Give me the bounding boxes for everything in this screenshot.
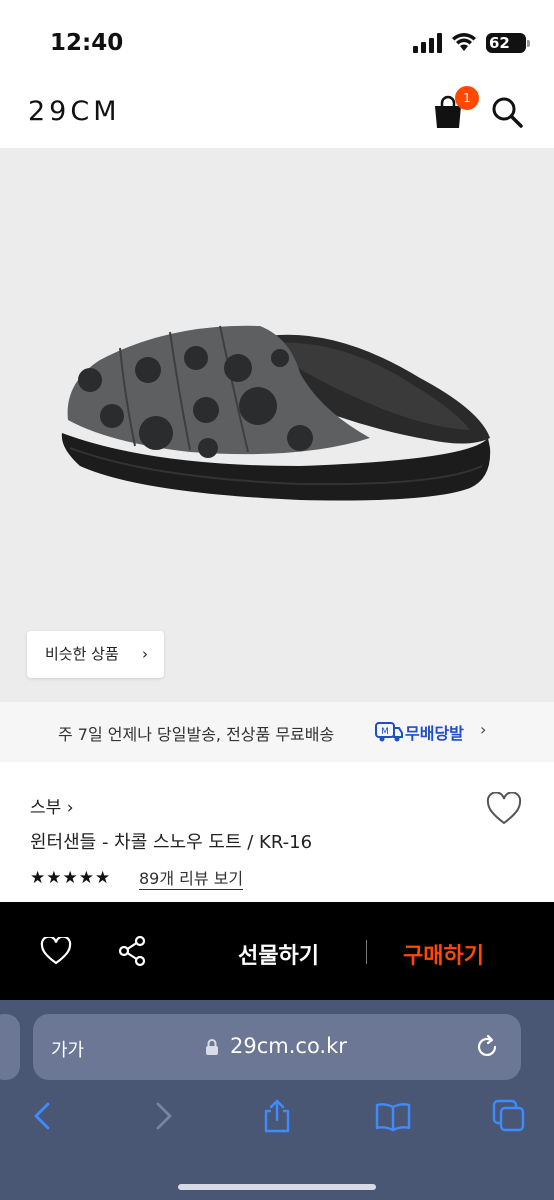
similar-products-button[interactable]: 비슷한 상품 › <box>27 631 164 678</box>
delivery-text: 주 7일 언제나 당일발송, 전상품 무료배송 <box>58 725 335 744</box>
url-text: 29cm.co.kr <box>230 1034 347 1058</box>
like-heart-icon[interactable] <box>40 937 72 965</box>
gift-button[interactable]: 선물하기 <box>238 938 319 970</box>
status-bar: 12:40 62 <box>0 0 554 80</box>
page: 12:40 62 29CM 1 비슷한 상품 › 주 7일 언제나 당일발송, … <box>0 0 554 1200</box>
bookmarks-icon[interactable] <box>375 1098 411 1134</box>
home-indicator <box>178 1184 376 1190</box>
app-header: 29CM 1 <box>0 80 554 148</box>
share-icon[interactable] <box>259 1098 295 1134</box>
button-divider <box>366 940 367 964</box>
brand-link[interactable]: 스부 › <box>30 793 74 818</box>
address-bar[interactable]: 가가 29cm.co.kr <box>33 1014 521 1080</box>
chevron-right-icon: › <box>142 645 148 663</box>
cellular-signal-icon <box>413 33 442 53</box>
product-title: 윈터샌들 - 차콜 스노우 도트 / KR-16 <box>30 832 313 853</box>
wifi-icon <box>452 33 476 51</box>
buy-button[interactable]: 구매하기 <box>403 938 484 970</box>
brand-name: 스부 <box>30 798 62 818</box>
text-size-button[interactable]: 가가 <box>51 1036 84 1062</box>
delivery-truck-icon: M <box>375 722 403 742</box>
battery-indicator: 62 <box>486 33 530 53</box>
back-icon[interactable] <box>26 1098 62 1134</box>
lock-icon <box>206 1039 218 1055</box>
product-image[interactable]: 비슷한 상품 › <box>0 148 554 702</box>
review-link[interactable]: 89개 리뷰 보기 <box>139 869 244 890</box>
search-icon[interactable] <box>490 95 524 129</box>
reload-icon[interactable] <box>474 1034 500 1060</box>
browser-toolbar: 가가 29cm.co.kr <box>0 1000 554 1200</box>
forward-icon[interactable] <box>144 1098 180 1134</box>
wishlist-heart-icon[interactable] <box>486 792 522 826</box>
similar-products-label: 비슷한 상품 <box>45 645 119 663</box>
svg-text:M: M <box>381 727 389 737</box>
chevron-right-icon: › <box>66 798 74 818</box>
free-delivery-label: 무배당발 <box>405 724 464 743</box>
tabs-icon[interactable] <box>491 1098 527 1134</box>
purchase-bar: 선물하기 구매하기 <box>0 902 554 1000</box>
cart-count-badge: 1 <box>455 86 479 110</box>
status-time: 12:40 <box>50 30 124 56</box>
rating-stars: ★★★★★ <box>30 868 112 888</box>
share-icon[interactable] <box>116 935 148 967</box>
brand-logo[interactable]: 29CM <box>28 96 121 127</box>
delivery-banner[interactable]: 주 7일 언제나 당일발송, 전상품 무료배송 M 무배당발 › <box>0 702 554 762</box>
chevron-right-icon: › <box>480 720 487 739</box>
previous-tab-peek[interactable] <box>0 1014 20 1080</box>
slipper-illustration <box>61 325 491 501</box>
